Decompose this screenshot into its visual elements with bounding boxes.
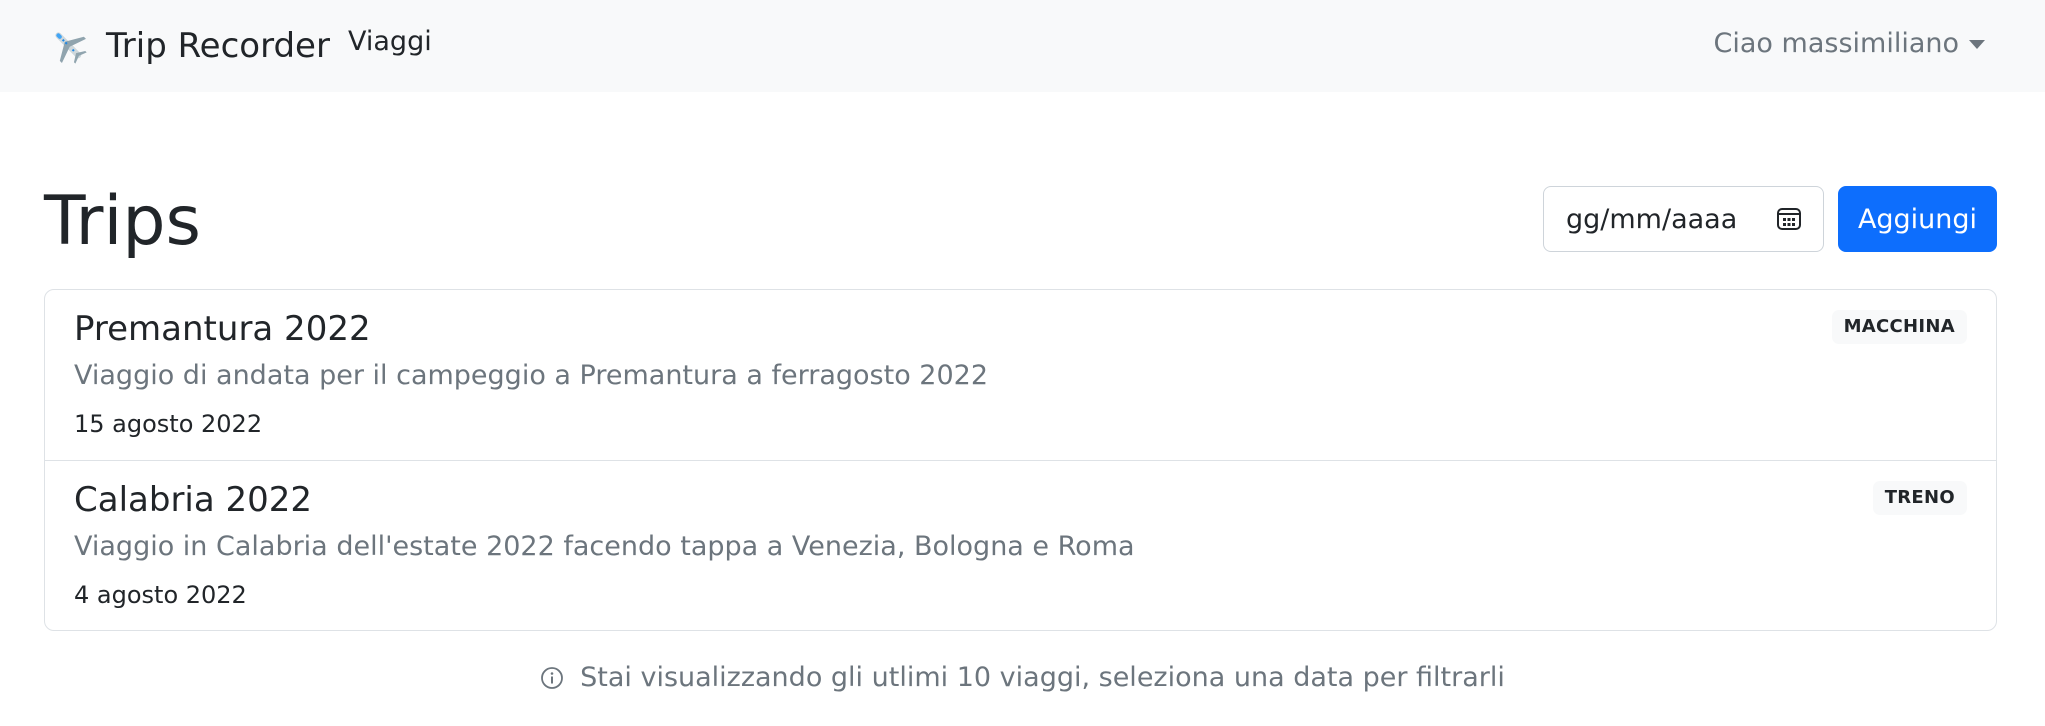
transport-badge: TRENO	[1872, 481, 1967, 515]
caret-down-icon	[1969, 40, 1985, 49]
nav-link-viaggi[interactable]: Viaggi	[348, 26, 432, 57]
page-title: Trips	[44, 182, 201, 261]
user-greeting: Ciao massimiliano	[1713, 28, 1959, 59]
trip-description: Viaggio in Calabria dell'estate 2022 fac…	[74, 531, 1135, 562]
brand-link[interactable]: Trip Recorder	[48, 18, 330, 74]
info-circle-icon	[540, 666, 564, 690]
trip-date: 15 agosto 2022	[74, 410, 263, 438]
trip-description: Viaggio di andata per il campeggio a Pre…	[74, 360, 989, 391]
trip-title: Calabria 2022	[74, 480, 313, 520]
date-filter-input[interactable]: gg/mm/aaaa	[1543, 186, 1824, 252]
add-button[interactable]: Aggiungi	[1838, 186, 1997, 252]
info-note-text: Stai visualizzando gli utlimi 10 viaggi,…	[580, 662, 1505, 693]
trip-list-item[interactable]: Premantura 2022 Viaggio di andata per il…	[45, 290, 1996, 460]
navbar: Trip Recorder Viaggi Ciao massimiliano	[0, 0, 2045, 92]
transport-badge: MACCHINA	[1831, 310, 1967, 344]
brand-text: Trip Recorder	[106, 26, 330, 66]
airplane-icon	[48, 25, 90, 67]
user-dropdown[interactable]: Ciao massimiliano	[1714, 28, 1985, 59]
info-note: Stai visualizzando gli utlimi 10 viaggi,…	[0, 662, 2045, 693]
trip-list: Premantura 2022 Viaggio di andata per il…	[44, 289, 1997, 631]
calendar-icon[interactable]	[1775, 205, 1803, 233]
date-placeholder: gg/mm/aaaa	[1566, 203, 1738, 235]
trip-list-item[interactable]: Calabria 2022 Viaggio in Calabria dell'e…	[45, 460, 1996, 630]
trip-date: 4 agosto 2022	[74, 581, 247, 609]
trip-title: Premantura 2022	[74, 309, 371, 349]
